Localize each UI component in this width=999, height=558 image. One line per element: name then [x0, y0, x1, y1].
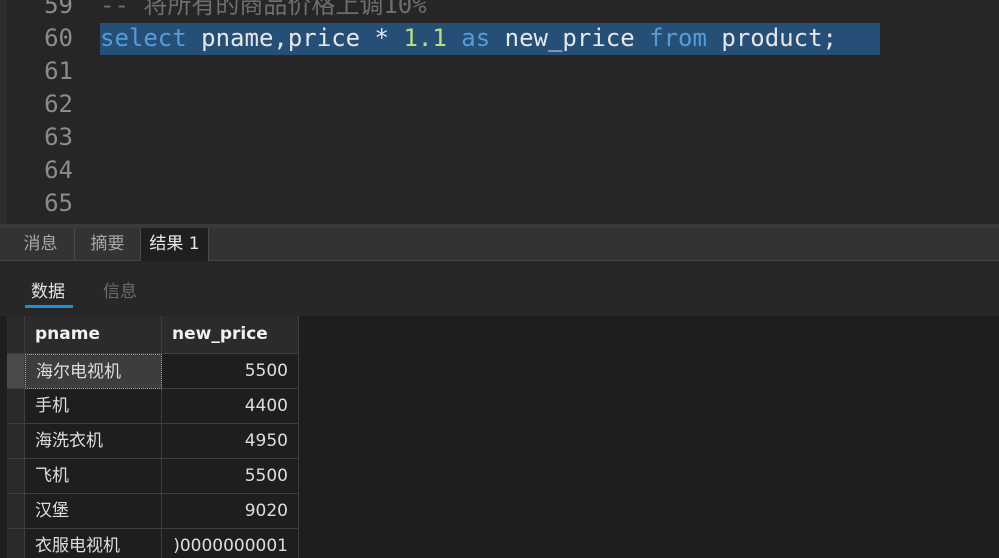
line-number: 64: [44, 156, 73, 184]
editor-line[interactable]: 59 -- 将所有的商品价格上调10%: [0, 0, 999, 22]
editor-line[interactable]: 63: [0, 121, 999, 154]
editor-line[interactable]: 62: [0, 88, 999, 121]
code-token-id: pname,price: [186, 24, 375, 52]
row-selector[interactable]: [7, 494, 25, 529]
tab-info[interactable]: 信息: [103, 277, 137, 302]
sql-editor[interactable]: 59 -- 将所有的商品价格上调10% 60 select pname,price *…: [0, 0, 999, 224]
app-window: 59 -- 将所有的商品价格上调10% 60 select pname,price *…: [0, 0, 999, 558]
editor-line[interactable]: 64: [0, 154, 999, 187]
line-number: 62: [44, 90, 73, 118]
code-token-kw: as: [461, 24, 491, 52]
row-selector[interactable]: [7, 459, 25, 494]
code-text: -- 将所有的商品价格上调10%: [100, 0, 427, 22]
code-text: select pname,price * 1.1 as new_price fr…: [100, 22, 837, 55]
code-token-id: new_price: [490, 24, 650, 52]
row-header-corner: [7, 316, 25, 354]
line-number: 59: [44, 0, 73, 19]
cell-new-price[interactable]: 4400: [162, 389, 299, 424]
editor-line[interactable]: 61: [0, 55, 999, 88]
line-number: 65: [44, 189, 73, 217]
cell-pname[interactable]: 汉堡: [25, 494, 162, 529]
row-selector[interactable]: [7, 529, 25, 558]
cell-pname[interactable]: 海洗衣机: [25, 424, 162, 459]
tab-result-1[interactable]: 结果 1: [141, 228, 209, 261]
cell-new-price[interactable]: )0000000001: [162, 529, 299, 558]
line-number: 63: [44, 123, 73, 151]
line-number: 60: [44, 24, 73, 52]
cell-new-price[interactable]: 5500: [162, 354, 299, 389]
cell-pname[interactable]: 飞机: [25, 459, 162, 494]
cell-new-price[interactable]: 4950: [162, 424, 299, 459]
cell-pname[interactable]: 手机: [25, 389, 162, 424]
code-token-id: [389, 24, 403, 52]
line-number: 61: [44, 57, 73, 85]
column-header-pname[interactable]: pname: [25, 316, 162, 354]
cell-new-price[interactable]: 9020: [162, 494, 299, 529]
editor-line[interactable]: 65: [0, 187, 999, 220]
cell-pname[interactable]: 衣服电视机: [25, 529, 162, 558]
result-sub-tabs: 数据 信息: [0, 261, 999, 316]
editor-line[interactable]: 60 select pname,price * 1.1 as new_price …: [0, 22, 999, 55]
active-tab-indicator: [25, 305, 73, 308]
result-tab-bar: 消息 摘要 结果 1: [0, 228, 999, 261]
cell-pname[interactable]: 海尔电视机: [25, 354, 162, 389]
row-selector[interactable]: [7, 354, 25, 389]
tab-messages[interactable]: 消息: [7, 228, 75, 260]
code-token-kw: from: [649, 24, 707, 52]
column-header-new-price[interactable]: new_price: [162, 316, 299, 354]
result-grid-area: pname new_price 海尔电视机 5500 手机 4400 海洗衣机 4950 飞…: [0, 316, 999, 558]
tab-data[interactable]: 数据: [31, 277, 65, 302]
row-selector[interactable]: [7, 424, 25, 459]
code-token-id: product;: [706, 24, 837, 52]
code-token-id: [447, 24, 461, 52]
code-token-op: *: [374, 24, 389, 52]
cell-new-price[interactable]: 5500: [162, 459, 299, 494]
tab-summary[interactable]: 摘要: [75, 228, 141, 260]
row-selector[interactable]: [7, 389, 25, 424]
code-token-comment: -- 将所有的商品价格上调10%: [100, 0, 427, 19]
code-token-num: 1.1: [403, 24, 447, 52]
code-token-kw: select: [100, 24, 187, 52]
